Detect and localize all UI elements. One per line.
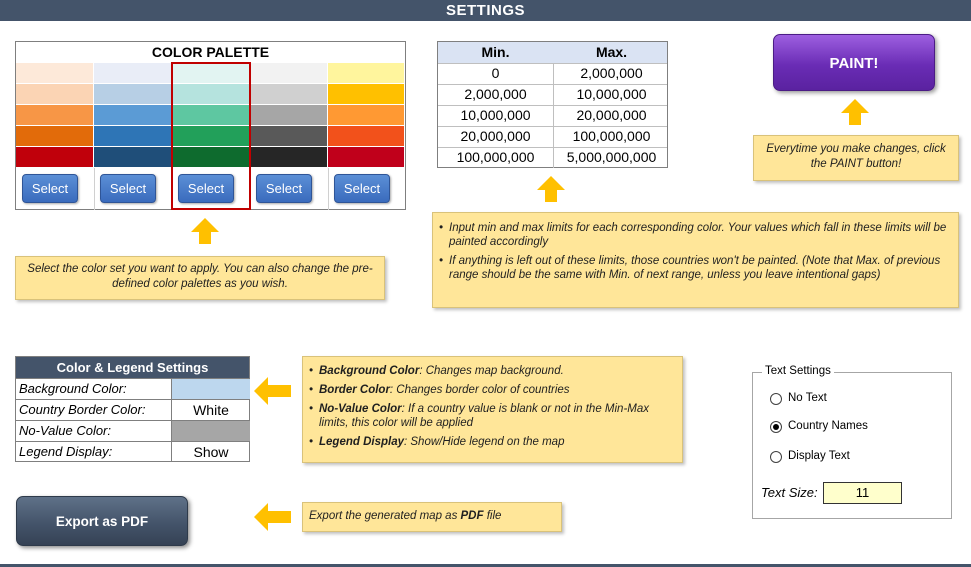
legend-note-term: Legend Display bbox=[319, 436, 404, 448]
range-note: Input min and max limits for each corres… bbox=[432, 212, 959, 308]
range-table: Min. Max. 0 2,000,000 2,000,000 10,000,000 1… bbox=[437, 41, 668, 168]
legend-setting-value[interactable] bbox=[172, 421, 250, 441]
palette-swatch bbox=[328, 63, 405, 84]
text-option-radio[interactable] bbox=[770, 451, 782, 463]
range-note-item: Input min and max limits for each corres… bbox=[437, 221, 950, 249]
text-option-label[interactable]: No Text bbox=[788, 392, 827, 404]
legend-note: Background Color: Changes map background… bbox=[302, 356, 683, 463]
palette-title: COLOR PALETTE bbox=[151, 44, 270, 60]
palette-swatch bbox=[94, 84, 172, 105]
legend-note-item: Border Color: Changes border color of co… bbox=[307, 383, 676, 397]
range-max-cell[interactable]: 2,000,000 bbox=[554, 63, 669, 84]
legend-note-text: : Changes map background. bbox=[419, 365, 564, 377]
text-option-radio[interactable] bbox=[770, 393, 782, 405]
legend-setting-value[interactable]: Show bbox=[172, 442, 250, 462]
legend-setting-label: Legend Display: bbox=[19, 444, 113, 459]
export-note-term: PDF bbox=[460, 510, 484, 522]
page-title: SETTINGS bbox=[0, 0, 971, 21]
palette-note-text: Select the color set you want to apply. … bbox=[27, 263, 373, 290]
text-size-input[interactable]: 11 bbox=[823, 482, 902, 504]
palette-swatch bbox=[328, 126, 405, 147]
legend-note-text: : Changes border color of countries bbox=[389, 384, 570, 396]
select-palette-button[interactable]: Select bbox=[334, 174, 390, 203]
export-note: Export the generated map as PDF file bbox=[302, 502, 562, 532]
legend-note-item: Legend Display: Show/Hide legend on the … bbox=[307, 435, 676, 449]
text-settings-group: Text Settings No Text Country Names Displa… bbox=[752, 365, 952, 519]
palette-note: Select the color set you want to apply. … bbox=[15, 256, 385, 300]
range-min-cell[interactable]: 2,000,000 bbox=[438, 84, 553, 105]
paint-note-text: Everytime you make changes, click the PA… bbox=[766, 143, 946, 170]
range-max-cell[interactable]: 100,000,000 bbox=[554, 126, 669, 147]
legend-setting-label: No-Value Color: bbox=[19, 423, 112, 438]
range-header: Min. Max. bbox=[438, 42, 667, 63]
palette-swatch bbox=[250, 105, 328, 126]
legend-note-text: : Show/Hide legend on the map bbox=[404, 436, 565, 448]
legend-settings-title: Color & Legend Settings bbox=[16, 357, 249, 378]
palette-swatch bbox=[16, 105, 94, 126]
text-option-radio[interactable] bbox=[770, 421, 782, 433]
range-min-cell[interactable]: 20,000,000 bbox=[438, 126, 553, 147]
range-max-cell[interactable]: 5,000,000,000 bbox=[554, 147, 669, 168]
palette-swatch bbox=[16, 63, 94, 84]
range-note-item: If anything is left out of these limits,… bbox=[437, 254, 950, 282]
legend-note-term: Border Color bbox=[319, 384, 390, 396]
export-note-text-end: file bbox=[483, 510, 502, 522]
legend-note-item: No-Value Color: If a country value is bl… bbox=[307, 402, 676, 430]
legend-setting-label: Background Color: bbox=[19, 381, 127, 396]
color-palette-panel: COLOR PALETTE Select Select Select Select Se… bbox=[15, 41, 406, 210]
export-note-text: Export the generated map as bbox=[309, 510, 461, 522]
legend-note-term: No-Value Color bbox=[319, 403, 402, 415]
palette-swatch bbox=[94, 147, 172, 168]
export-pdf-button[interactable]: Export as PDF bbox=[16, 496, 188, 546]
select-palette-button[interactable]: Select bbox=[100, 174, 156, 203]
select-palette-button[interactable]: Select bbox=[256, 174, 312, 203]
text-option-label[interactable]: Country Names bbox=[788, 420, 868, 432]
paint-note: Everytime you make changes, click the PA… bbox=[753, 135, 959, 181]
selected-palette-highlight bbox=[171, 62, 251, 210]
legend-settings-table: Color & Legend Settings Background Color… bbox=[15, 356, 250, 462]
legend-note-item: Background Color: Changes map background… bbox=[307, 364, 676, 378]
legend-setting-value[interactable] bbox=[172, 379, 250, 399]
range-max-cell[interactable]: 10,000,000 bbox=[554, 84, 669, 105]
palette-swatch bbox=[250, 147, 328, 168]
max-header: Max. bbox=[595, 44, 628, 60]
range-min-cell[interactable]: 10,000,000 bbox=[438, 105, 553, 126]
palette-swatch bbox=[250, 63, 328, 84]
palette-swatch bbox=[94, 63, 172, 84]
legend-note-term: Background Color bbox=[319, 365, 420, 377]
palette-swatch bbox=[328, 147, 405, 168]
text-settings-title: Text Settings bbox=[762, 365, 834, 377]
text-size-label: Text Size: bbox=[761, 485, 818, 500]
range-max-cell[interactable]: 20,000,000 bbox=[554, 105, 669, 126]
min-header: Min. bbox=[481, 44, 510, 60]
range-min-cell[interactable]: 0 bbox=[438, 63, 553, 84]
palette-swatch bbox=[328, 105, 405, 126]
palette-swatch bbox=[94, 126, 172, 147]
legend-setting-label: Country Border Color: bbox=[19, 402, 146, 417]
paint-button[interactable]: PAINT! bbox=[773, 34, 935, 91]
palette-swatch bbox=[16, 126, 94, 147]
palette-swatch bbox=[250, 84, 328, 105]
text-option-label[interactable]: Display Text bbox=[788, 450, 850, 462]
range-min-cell[interactable]: 100,000,000 bbox=[438, 147, 553, 168]
palette-swatch bbox=[16, 84, 94, 105]
palette-swatch bbox=[16, 147, 94, 168]
palette-swatch bbox=[94, 105, 172, 126]
palette-swatch bbox=[328, 84, 405, 105]
palette-swatch bbox=[250, 126, 328, 147]
legend-setting-value[interactable]: White bbox=[172, 400, 250, 420]
select-palette-button[interactable]: Select bbox=[22, 174, 78, 203]
